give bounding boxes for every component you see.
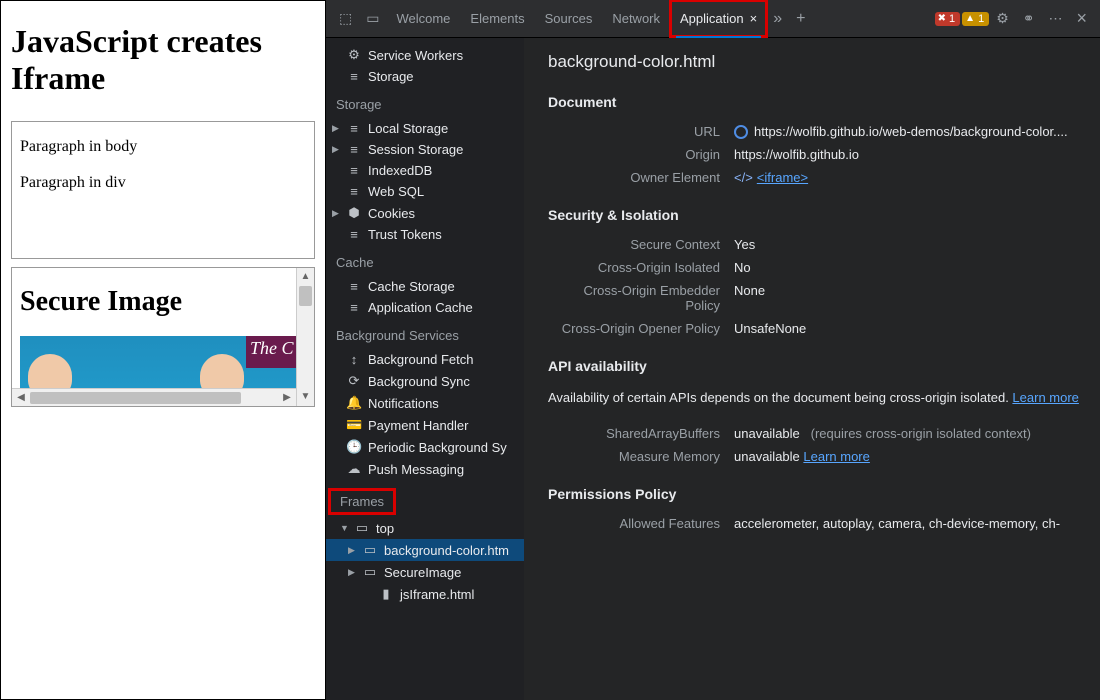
close-devtools-icon[interactable]: × xyxy=(1069,8,1094,29)
close-icon[interactable]: × xyxy=(750,11,758,26)
sidebar-websql[interactable]: Web SQL xyxy=(326,181,524,202)
tab-welcome[interactable]: Welcome xyxy=(386,0,460,37)
coi-label: Cross-Origin Isolated xyxy=(548,260,734,275)
secure-image: The C xyxy=(20,336,306,392)
section-security: Security & Isolation xyxy=(548,207,1080,223)
mm-label: Measure Memory xyxy=(548,449,734,464)
tab-elements[interactable]: Elements xyxy=(460,0,534,37)
target-icon xyxy=(734,125,748,139)
body-box: Paragraph in body Paragraph in div xyxy=(11,121,315,259)
tag-icon: </> xyxy=(734,170,753,185)
sidebar-session-storage[interactable]: ▶Session Storage xyxy=(326,139,524,160)
coop-label: Cross-Origin Opener Policy xyxy=(548,321,734,336)
horizontal-scrollbar[interactable]: ◀▶ xyxy=(12,388,296,406)
tab-network[interactable]: Network xyxy=(602,0,670,37)
devtools: ⬚ ▭ Welcome Elements Sources Network App… xyxy=(326,0,1100,700)
section-api: API availability xyxy=(548,358,1080,374)
section-document: Document xyxy=(548,94,1080,110)
learn-more-link-2[interactable]: Learn more xyxy=(803,449,869,464)
owner-label: Owner Element xyxy=(548,170,734,185)
vertical-scrollbar[interactable]: ▲▼ xyxy=(296,268,314,406)
iframe-heading: Secure Image xyxy=(20,286,306,318)
more-icon[interactable]: ⋯ xyxy=(1041,10,1069,27)
sidebar-local-storage[interactable]: ▶Local Storage xyxy=(326,118,524,139)
paragraph-div: Paragraph in div xyxy=(20,174,306,192)
allowed-features-label: Allowed Features xyxy=(548,516,734,531)
learn-more-link[interactable]: Learn more xyxy=(1012,390,1078,405)
sidebar-bg-fetch[interactable]: ↕Background Fetch xyxy=(326,349,524,370)
add-tab-icon[interactable]: + xyxy=(788,10,813,28)
section-permissions: Permissions Policy xyxy=(548,486,1080,502)
secure-context-value: Yes xyxy=(734,237,1080,252)
frame-jsiframe[interactable]: ▮jsIframe.html xyxy=(326,583,524,605)
inspect-icon[interactable]: ⬚ xyxy=(332,10,359,27)
frame-detail: background-color.html Document URLhttps:… xyxy=(524,38,1100,700)
sidebar-indexeddb[interactable]: IndexedDB xyxy=(326,160,524,181)
rendered-page: JavaScript creates Iframe Paragraph in b… xyxy=(0,0,326,700)
frame-secure-image[interactable]: ▶SecureImage xyxy=(326,561,524,583)
allowed-features-value: accelerometer, autoplay, camera, ch-devi… xyxy=(734,516,1080,531)
application-sidebar: ⚙Service Workers Storage Storage ▶Local … xyxy=(326,38,524,700)
coep-value: None xyxy=(734,283,1080,298)
sidebar-push[interactable]: ☁Push Messaging xyxy=(326,458,524,480)
sidebar-service-workers[interactable]: ⚙Service Workers xyxy=(326,44,524,66)
sidebar-bg-sync[interactable]: ⟳Background Sync xyxy=(326,370,524,392)
sidebar-cache-storage[interactable]: Cache Storage xyxy=(326,276,524,297)
sab-value: unavailable (requires cross-origin isola… xyxy=(734,426,1080,441)
url-label: URL xyxy=(548,124,734,139)
device-icon[interactable]: ▭ xyxy=(359,10,386,27)
page-heading: JavaScript creates Iframe xyxy=(11,23,315,97)
origin-value: https://wolfib.github.io xyxy=(734,147,1080,162)
sidebar-trust-tokens[interactable]: Trust Tokens xyxy=(326,224,524,245)
sidebar-app-cache[interactable]: Application Cache xyxy=(326,297,524,318)
issue-badges[interactable]: ✖1 ▲1 xyxy=(935,12,990,26)
settings-icon[interactable]: ⚙ xyxy=(989,10,1016,27)
origin-label: Origin xyxy=(548,147,734,162)
paragraph-body: Paragraph in body xyxy=(20,138,306,156)
sidebar-periodic-sync[interactable]: 🕒Periodic Background Sy xyxy=(326,436,524,458)
chevron-right-icon[interactable]: » xyxy=(767,10,788,28)
frame-top[interactable]: ▼top xyxy=(326,517,524,539)
coi-value: No xyxy=(734,260,1080,275)
tab-sources[interactable]: Sources xyxy=(535,0,603,37)
frame-background-color[interactable]: ▶background-color.htm xyxy=(326,539,524,561)
bg-services-section: Background Services xyxy=(326,318,524,349)
sidebar-notifications[interactable]: 🔔Notifications xyxy=(326,392,524,414)
mm-value: unavailable Learn more xyxy=(734,449,1080,464)
detail-title: background-color.html xyxy=(548,52,1080,72)
sidebar-cookies[interactable]: ▶Cookies xyxy=(326,202,524,224)
coop-value: UnsafeNone xyxy=(734,321,1080,336)
devtools-tabbar: ⬚ ▭ Welcome Elements Sources Network App… xyxy=(326,0,1100,38)
coep-label: Cross-Origin Embedder Policy xyxy=(548,283,734,313)
tab-application[interactable]: Application× xyxy=(670,0,767,37)
owner-element-link[interactable]: <iframe> xyxy=(757,170,808,185)
iframe-box: Secure Image The C ▲▼ ◀▶ xyxy=(11,267,315,407)
secure-context-label: Secure Context xyxy=(548,237,734,252)
sidebar-storage-top[interactable]: Storage xyxy=(326,66,524,87)
storage-section: Storage xyxy=(326,87,524,118)
link-icon[interactable]: ⚭ xyxy=(1016,10,1042,27)
url-value[interactable]: https://wolfib.github.io/web-demos/backg… xyxy=(734,124,1080,139)
cache-section: Cache xyxy=(326,245,524,276)
sidebar-payment-handler[interactable]: 💳Payment Handler xyxy=(326,414,524,436)
sab-label: SharedArrayBuffers xyxy=(548,426,734,441)
frames-section: Frames xyxy=(330,490,394,513)
api-description: Availability of certain APIs depends on … xyxy=(548,388,1080,408)
